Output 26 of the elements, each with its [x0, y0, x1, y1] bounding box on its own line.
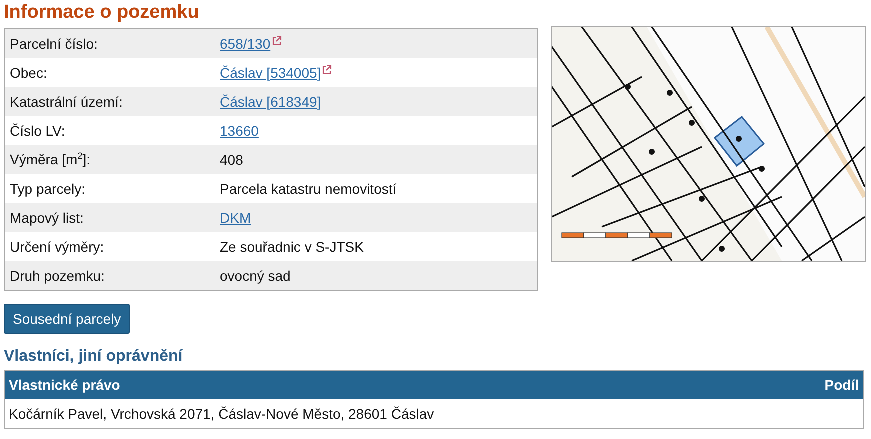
field-value: ovocný sad	[220, 268, 291, 284]
section-heading: Vlastníci, jiní oprávnění	[4, 348, 184, 366]
external-link-icon[interactable]	[322, 64, 332, 74]
external-link-icon[interactable]	[272, 36, 282, 46]
field-label: Obec:	[9, 64, 48, 80]
value-link[interactable]: Čáslav [618349]	[220, 94, 322, 110]
value-link[interactable]: 13660	[220, 122, 259, 138]
field-label: Mapový list:	[9, 210, 85, 226]
value-link[interactable]: 658/130	[220, 36, 271, 52]
field-label: Druh pozemku:	[9, 268, 106, 284]
field-label: Typ parcely:	[9, 180, 86, 196]
field-label: Číslo LV:	[9, 122, 66, 138]
value-link[interactable]: DKM	[220, 210, 252, 226]
table-cell: Kočárník Pavel, Vrchovská 2071, Čáslav-Nové Město, 28601 Čáslav	[9, 406, 434, 422]
field-value: Parcela katastru nemovitostí	[220, 180, 397, 196]
page-title: Informace o pozemku	[4, 1, 200, 25]
column-header: Podíl	[824, 377, 859, 393]
value-link[interactable]: Čáslav [534005]	[220, 64, 322, 80]
field-value: Ze souřadnic v S-JTSK	[220, 238, 364, 254]
field-label: Parcelní číslo:	[9, 36, 99, 52]
column-header: Vlastnické právo	[9, 377, 120, 393]
field-label: Určení výměry:	[9, 238, 106, 254]
neighbors-button[interactable]: Sousední parcely	[4, 304, 130, 334]
field-label: Výměra [m$^{2}$]:	[9, 151, 92, 168]
field-value: 408	[220, 152, 244, 168]
field-label: Katastrální území:	[9, 94, 124, 110]
